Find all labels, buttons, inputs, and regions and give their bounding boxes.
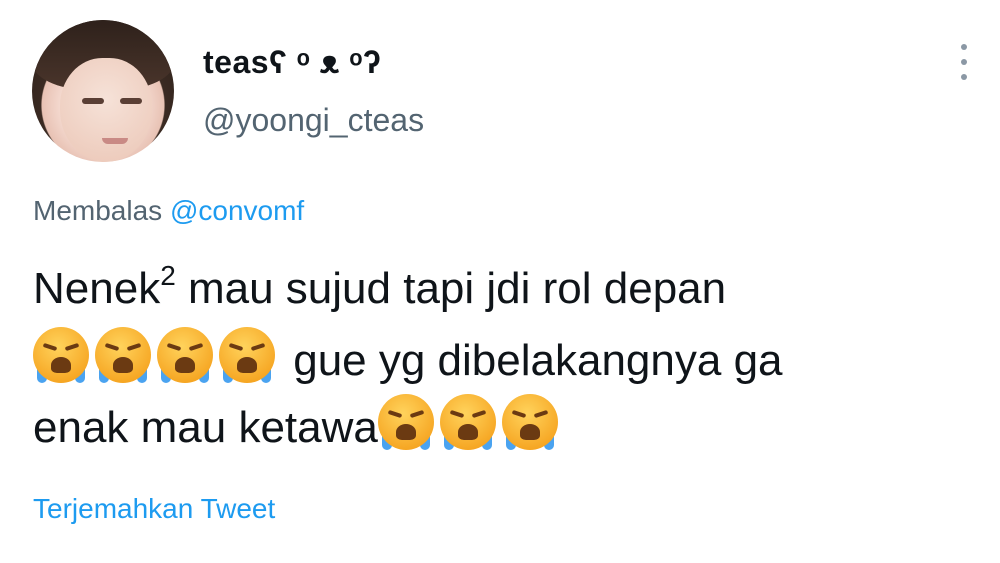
tweet-text-superscript: 2 [160, 260, 176, 291]
user-handle[interactable]: @yoongi_cteas [203, 102, 424, 139]
reply-context: Membalas @convomf [33, 195, 304, 227]
display-name[interactable]: teasʕ ᵒ ᴥ ᵒʔ [203, 44, 381, 81]
tweet-text-part1: Nenek [33, 264, 161, 313]
loudly-crying-face-icon [33, 327, 89, 383]
loudly-crying-face-icon [377, 394, 434, 450]
avatar-eye-left [82, 98, 104, 104]
loudly-crying-face-icon [95, 327, 151, 383]
loudly-crying-face-icon [439, 394, 496, 450]
avatar-mouth [102, 138, 128, 144]
loudly-crying-face-icon [157, 327, 213, 383]
more-options-icon[interactable] [950, 44, 978, 80]
reply-prefix: Membalas [33, 195, 163, 226]
avatar-eye-right [120, 98, 142, 104]
tweet-text: Nenek2 mau sujud tapi jdi rol depan gue … [33, 255, 963, 461]
avatar[interactable] [32, 20, 174, 162]
avatar-face [60, 58, 152, 162]
tweet-text-part4: enak mau ketawa [33, 403, 378, 452]
more-dot [961, 44, 967, 50]
tweet-text-part2: mau sujud tapi jdi rol depan [175, 264, 727, 313]
tweet-text-part3: gue yg dibelakangnya ga [281, 336, 783, 385]
more-dot [961, 59, 967, 65]
loudly-crying-face-icon [219, 327, 275, 383]
loudly-crying-face-icon [501, 394, 558, 450]
translate-tweet-link[interactable]: Terjemahkan Tweet [33, 493, 275, 525]
more-dot [961, 74, 967, 80]
reply-mention-link[interactable]: @convomf [170, 195, 304, 226]
